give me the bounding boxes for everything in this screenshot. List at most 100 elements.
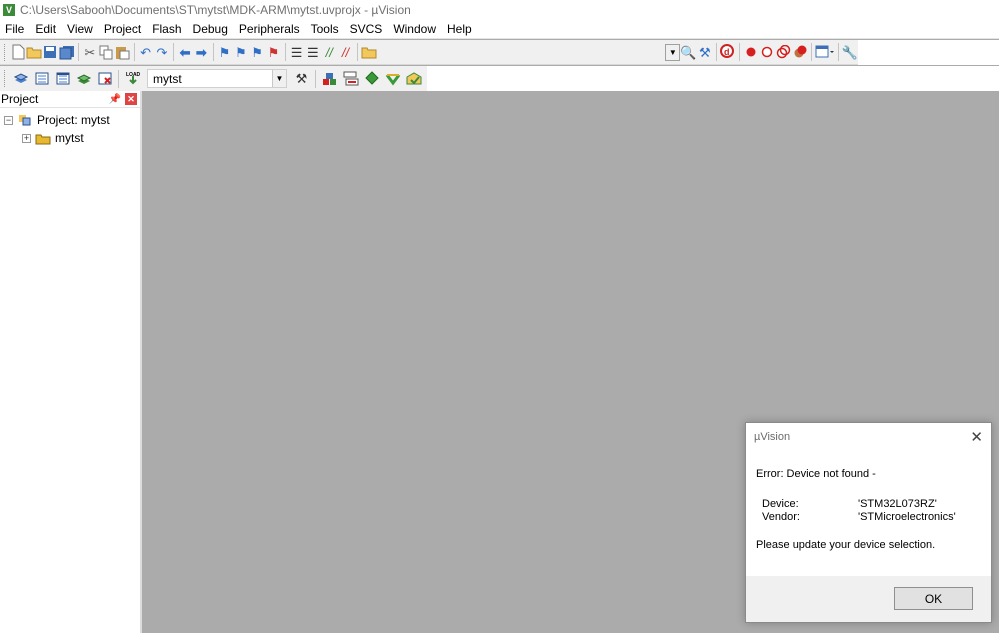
toolbar-separator xyxy=(837,43,839,61)
toolbar-separator xyxy=(715,43,717,61)
unindent-icon[interactable]: ☰ xyxy=(305,42,321,63)
package-icon[interactable] xyxy=(403,68,424,89)
window-layout-icon[interactable] xyxy=(815,42,835,63)
tree-item-target[interactable]: + mytst xyxy=(22,130,84,146)
target-select[interactable]: mytst ▼ xyxy=(147,69,287,88)
breakpoint-kill-all-icon[interactable] xyxy=(792,42,808,63)
menu-bar: File Edit View Project Flash Debug Perip… xyxy=(0,20,999,39)
indent-icon[interactable]: ☰ xyxy=(288,42,304,63)
navigate-forward-icon[interactable]: ➡ xyxy=(193,42,209,63)
cut-icon[interactable]: ✂ xyxy=(82,42,98,63)
build-icon[interactable] xyxy=(31,68,52,89)
manage-project-items-icon[interactable] xyxy=(319,68,340,89)
undo-icon[interactable]: ↶ xyxy=(137,42,153,63)
error-dialog: µVision ✕ Error: Device not found - Devi… xyxy=(745,422,992,623)
collapse-icon[interactable]: − xyxy=(4,115,13,125)
menu-file[interactable]: File xyxy=(0,20,30,39)
pack-installer-icon[interactable] xyxy=(382,68,403,89)
manage-runtime-icon[interactable] xyxy=(340,68,361,89)
debug-session-icon[interactable]: d xyxy=(719,42,736,63)
menu-window[interactable]: Window xyxy=(388,20,442,39)
menu-debug[interactable]: Debug xyxy=(188,20,234,39)
menu-peripherals[interactable]: Peripherals xyxy=(234,20,306,39)
save-icon[interactable] xyxy=(42,42,58,63)
breakpoint-disable-all-icon[interactable] xyxy=(776,42,792,63)
dialog-title: µVision xyxy=(754,431,791,443)
configure-wrench-icon[interactable]: 🔧 xyxy=(842,42,858,63)
menu-edit[interactable]: Edit xyxy=(30,20,62,39)
bookmark-clear-icon[interactable]: ⚑ xyxy=(265,42,281,63)
tree-item-project[interactable]: − Project: mytst xyxy=(4,112,110,128)
menu-project[interactable]: Project xyxy=(99,20,147,39)
toolbar-background xyxy=(858,40,999,65)
toolbar-separator xyxy=(173,43,174,61)
save-all-icon[interactable] xyxy=(59,42,75,63)
breakpoint-enable-icon[interactable] xyxy=(759,42,775,63)
comment-icon[interactable]: // xyxy=(321,42,337,63)
find-combo[interactable]: ▼ xyxy=(511,43,681,62)
tree-item-label: mytst xyxy=(55,131,84,145)
batch-build-icon[interactable] xyxy=(73,68,94,89)
menu-svcs[interactable]: SVCS xyxy=(345,20,389,39)
find-icon[interactable]: 🔍 xyxy=(680,42,696,63)
toolbar-separator xyxy=(133,43,135,61)
close-icon[interactable]: ✕ xyxy=(125,93,137,105)
file-toolbar: ✂ ↶ ↷ ⬅ ➡ ⚑ ⚑ ⚑ ⚑ ☰ ☰ // // ▼ 🔍 ⚒ d 🔧 xyxy=(0,40,858,65)
ok-button[interactable]: OK xyxy=(894,587,973,610)
title-bar: V C:\Users\Sabooh\Documents\ST\mytst\MDK… xyxy=(0,0,999,20)
device-row: Device: 'STM32L073RZ' xyxy=(756,498,981,511)
toolbar-separator xyxy=(315,69,316,88)
breakpoint-insert-icon[interactable] xyxy=(743,42,759,63)
update-message: Please update your device selection. xyxy=(756,539,936,551)
uvision-icon: V xyxy=(3,4,15,16)
open-folder-icon[interactable] xyxy=(26,42,42,63)
dialog-title-bar: µVision ✕ xyxy=(746,423,991,451)
menu-help[interactable]: Help xyxy=(442,20,478,39)
menu-tools[interactable]: Tools xyxy=(306,20,345,39)
select-packs-icon[interactable] xyxy=(361,68,382,89)
bookmark-toggle-icon[interactable]: ⚑ xyxy=(216,42,232,63)
download-icon[interactable]: LOAD xyxy=(122,68,143,89)
redo-icon[interactable]: ↷ xyxy=(154,42,170,63)
toolbar-separator xyxy=(118,69,119,88)
find-in-files-icon[interactable] xyxy=(360,42,377,63)
incremental-find-icon[interactable]: ⚒ xyxy=(697,42,713,63)
target-options-icon[interactable]: ⚒ xyxy=(291,68,312,89)
vendor-value: 'STMicroelectronics' xyxy=(858,511,956,523)
chevron-down-icon[interactable]: ▼ xyxy=(272,70,286,87)
toolbar-grip[interactable] xyxy=(4,70,7,87)
copy-icon[interactable] xyxy=(98,42,114,63)
target-name: mytst xyxy=(153,71,182,86)
uncomment-icon[interactable]: // xyxy=(337,42,353,63)
chevron-down-icon[interactable]: ▼ xyxy=(665,43,681,61)
menu-view[interactable]: View xyxy=(62,20,99,39)
toolbar-separator xyxy=(811,43,812,61)
translate-icon[interactable] xyxy=(10,68,31,89)
paste-icon[interactable] xyxy=(114,42,130,63)
new-file-icon[interactable] xyxy=(10,42,26,63)
toolbar-grip[interactable] xyxy=(4,43,7,61)
svg-text:d: d xyxy=(724,47,730,57)
bookmark-next-icon[interactable]: ⚑ xyxy=(249,42,265,63)
pin-icon[interactable]: 📌 xyxy=(109,94,121,105)
toolbar-separator xyxy=(212,43,214,61)
toolbar-separator xyxy=(77,43,79,61)
tree-item-label: Project: mytst xyxy=(37,113,110,127)
bookmark-prev-icon[interactable]: ⚑ xyxy=(233,42,249,63)
toolbar-separator xyxy=(284,43,286,61)
stop-build-icon[interactable] xyxy=(94,68,115,89)
vendor-row: Vendor: 'STMicroelectronics' xyxy=(756,511,981,524)
vendor-label: Vendor: xyxy=(762,511,800,523)
navigate-back-icon[interactable]: ⬅ xyxy=(177,42,193,63)
dialog-body: Error: Device not found - Device: 'STM32… xyxy=(746,451,991,552)
close-icon[interactable]: ✕ xyxy=(970,428,983,446)
expand-icon[interactable]: + xyxy=(22,133,31,143)
window-title: C:\Users\Sabooh\Documents\ST\mytst\MDK-A… xyxy=(20,3,411,17)
toolbar-separator xyxy=(739,43,740,61)
rebuild-icon[interactable] xyxy=(52,68,73,89)
project-panel-title: Project xyxy=(1,92,39,106)
menu-flash[interactable]: Flash xyxy=(147,20,187,39)
target-folder-icon xyxy=(35,131,51,145)
toolbar-background xyxy=(427,66,999,91)
build-toolbar: LOAD mytst ▼ ⚒ xyxy=(0,66,427,91)
